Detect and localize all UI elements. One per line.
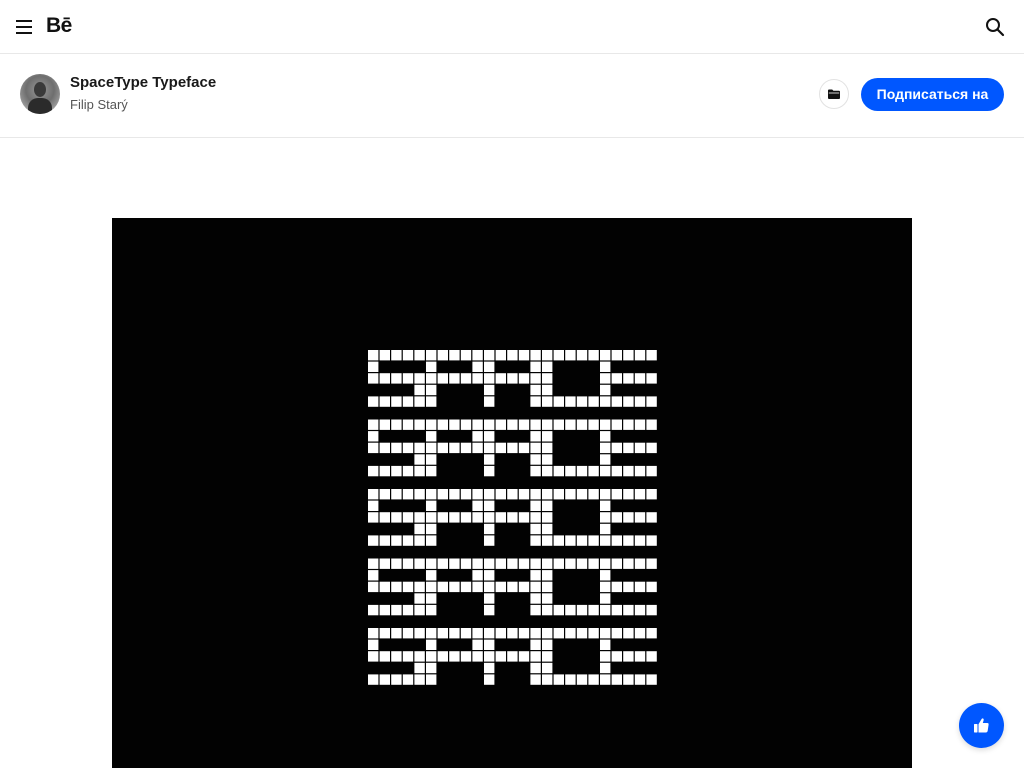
artwork-line xyxy=(368,628,657,685)
thumbs-up-icon xyxy=(974,718,989,733)
artwork-line xyxy=(368,558,657,616)
artwork-line xyxy=(368,489,657,546)
search-icon[interactable] xyxy=(985,17,1005,37)
avatar[interactable] xyxy=(20,74,60,114)
behance-logo[interactable]: Bē xyxy=(46,14,72,38)
project-artwork xyxy=(112,218,912,768)
top-nav: Bē xyxy=(0,0,1024,54)
artwork-line xyxy=(368,419,657,477)
save-to-collection-button[interactable] xyxy=(819,79,849,109)
appreciate-button[interactable] xyxy=(959,703,1004,748)
author-name[interactable]: Filip Starý xyxy=(70,97,128,112)
follow-button[interactable]: Подписаться на xyxy=(861,78,1004,111)
project-title[interactable]: SpaceType Typeface xyxy=(70,74,216,91)
artwork-line xyxy=(368,350,657,407)
project-header: SpaceType Typeface Filip Starý Подписать… xyxy=(0,54,1024,138)
hamburger-menu-icon[interactable] xyxy=(16,20,32,34)
folder-icon xyxy=(828,89,840,99)
